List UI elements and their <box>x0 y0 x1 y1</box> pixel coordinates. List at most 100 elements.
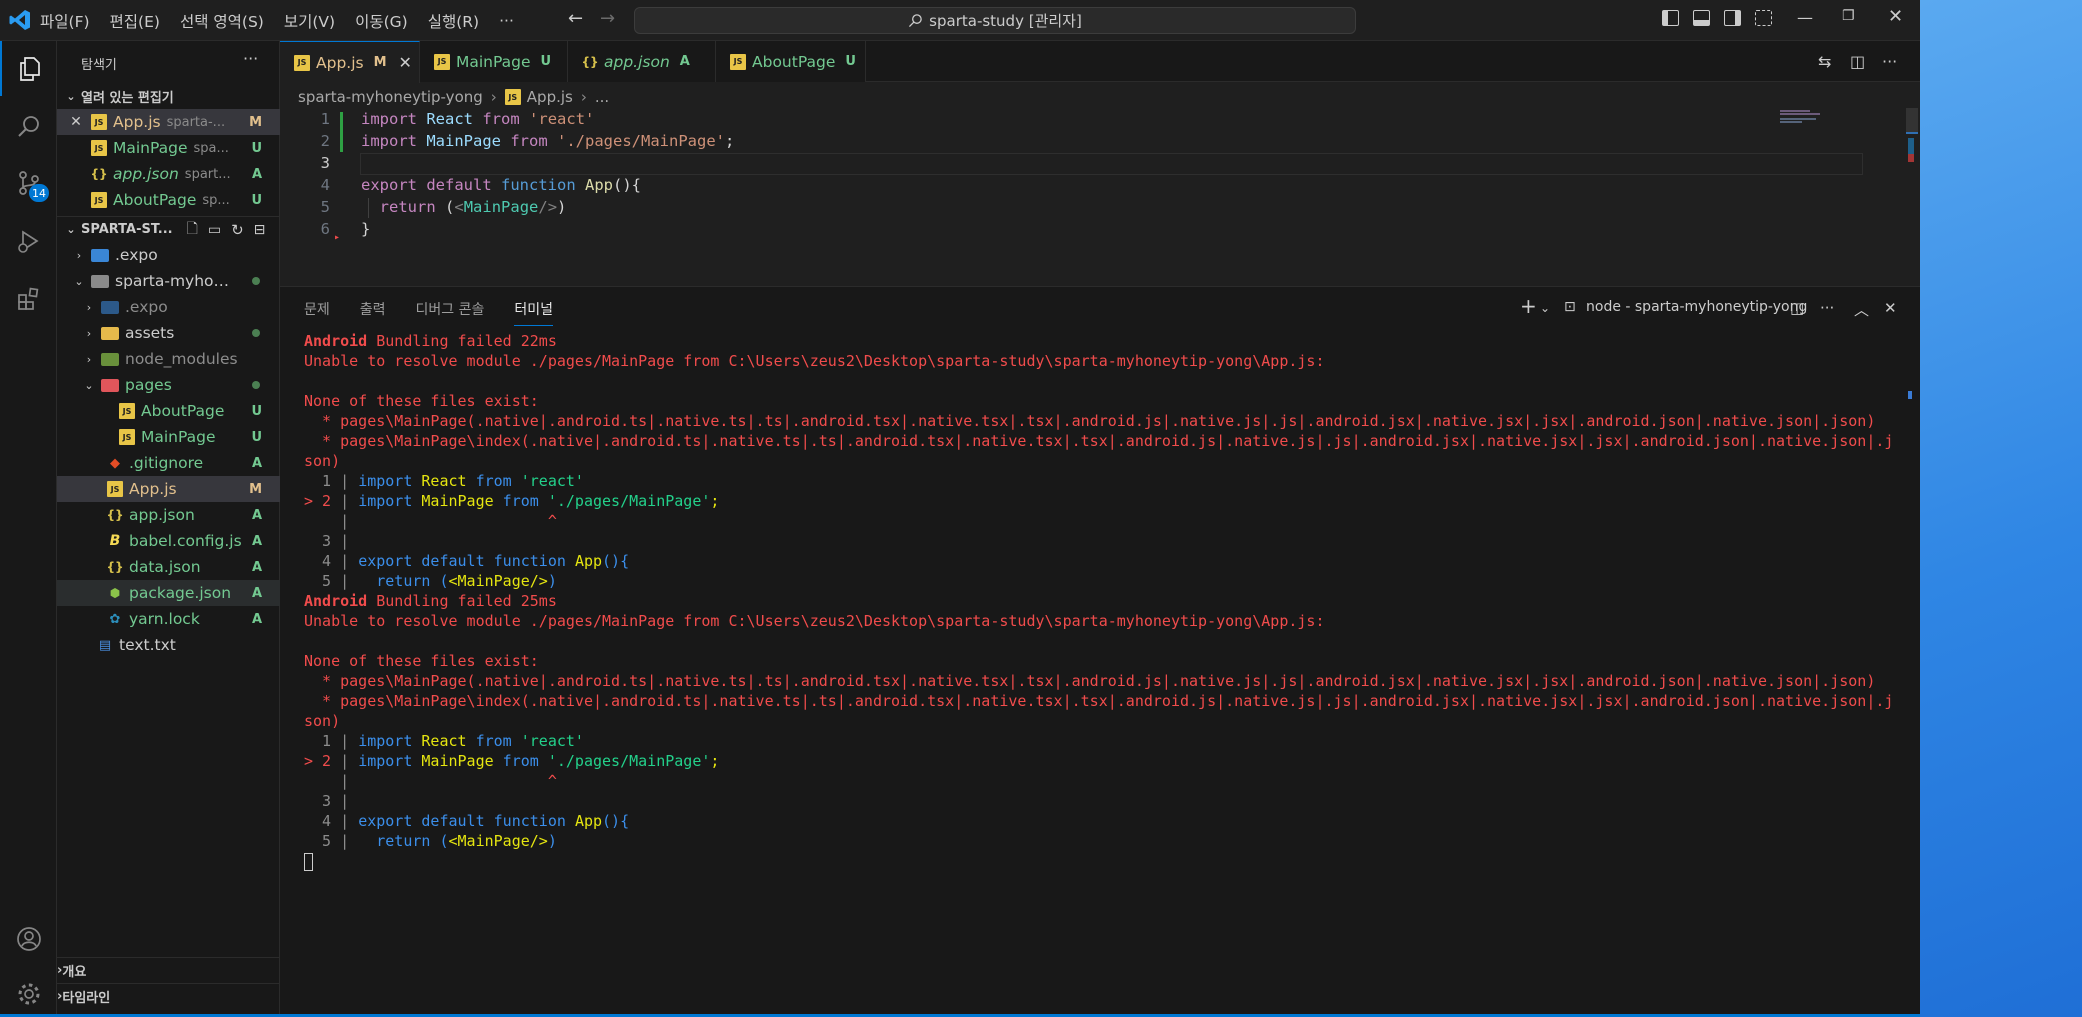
tab-terminal[interactable]: 터미널 <box>514 299 554 326</box>
tree-item-node-modules[interactable]: › node_modules <box>57 346 280 372</box>
token: default <box>426 176 492 194</box>
close-tab-icon[interactable]: ✕ <box>399 53 412 72</box>
search-activity[interactable] <box>0 99 57 154</box>
menu-view[interactable]: 보기(V) <box>284 10 335 32</box>
toggle-panel-icon[interactable] <box>1693 10 1710 26</box>
tree-item-project-folder[interactable]: ⌄ sparta-myhon... <box>57 268 280 294</box>
tree-item-package-json[interactable]: ⬢ package.json A <box>57 580 280 606</box>
customize-layout-icon[interactable] <box>1755 10 1772 26</box>
timeline-header[interactable]: › 타임라인 <box>57 983 280 1009</box>
code-editor[interactable]: 1 2 3 4 5 6 ▸ import React from 'react' … <box>280 108 1920 284</box>
project-header[interactable]: ⌄ SPARTA-ST... 🗋 ▭ ↻ ⊟ <box>57 216 280 242</box>
tree-item-app-json[interactable]: {} app.json A <box>57 502 280 528</box>
editor-more-icon[interactable]: ··· <box>1882 52 1897 71</box>
token: React <box>426 110 474 128</box>
tree-item-babel-config[interactable]: B babel.config.js A <box>57 528 280 554</box>
chevron-down-icon: ⌄ <box>84 378 94 392</box>
tab-app-json[interactable]: {} app.json A <box>568 41 716 82</box>
restore-icon[interactable]: ❐ <box>1842 8 1855 24</box>
terminal-name[interactable]: node - sparta-myhoneytip-yong <box>1586 299 1807 315</box>
manage-activity[interactable] <box>0 966 57 1017</box>
minimap[interactable] <box>1780 110 1840 130</box>
js-file-icon: JS <box>91 192 107 208</box>
open-changes-icon[interactable]: ⇆ <box>1818 52 1831 71</box>
close-panel-icon[interactable]: ✕ <box>1884 299 1897 317</box>
new-file-icon[interactable]: 🗋 <box>187 218 198 242</box>
terminal-line: son) <box>304 452 341 470</box>
token: './pages/MainPage' <box>557 132 725 150</box>
terminal-text: | <box>340 492 359 510</box>
terminal-line: * pages\MainPage\index(.native|.android.… <box>304 432 1894 450</box>
token: from <box>482 110 520 128</box>
open-editor-mainpage[interactable]: JS MainPage spa... U <box>57 135 280 161</box>
tree-item-label: pages <box>125 376 172 394</box>
outline-header[interactable]: › 개요 <box>57 957 280 983</box>
run-debug-activity[interactable] <box>0 213 57 268</box>
breadcrumb-file[interactable]: App.js <box>527 88 573 106</box>
accounts-activity[interactable] <box>0 911 57 966</box>
tree-item-assets[interactable]: › assets <box>57 320 280 346</box>
tree-item-gitignore[interactable]: ◆ .gitignore A <box>57 450 280 476</box>
tab-aboutpage[interactable]: JS AboutPage U <box>716 41 866 82</box>
extensions-activity[interactable] <box>0 271 57 326</box>
breadcrumb-folder[interactable]: sparta-myhoneytip-yong <box>298 88 483 106</box>
split-terminal-icon[interactable]: ◫ <box>1790 299 1804 317</box>
tab-output[interactable]: 출력 <box>360 299 386 326</box>
terminal-line: 5 | return (<MainPage/>) <box>304 831 1904 851</box>
new-folder-icon[interactable]: ▭ <box>208 222 221 238</box>
minimize-icon[interactable]: — <box>1797 8 1813 27</box>
menu-go[interactable]: 이동(G) <box>355 10 408 32</box>
tab-app-js[interactable]: JS App.js M ✕ <box>280 41 420 83</box>
terminal-more-icon[interactable]: ··· <box>1820 299 1834 317</box>
back-arrow-icon[interactable]: ← <box>568 8 583 29</box>
toggle-primary-sidebar-icon[interactable] <box>1662 10 1679 26</box>
close-editor-icon[interactable]: ✕ <box>61 114 91 130</box>
terminal-line: Unable to resolve module ./pages/MainPag… <box>304 352 1325 370</box>
tab-mainpage[interactable]: JS MainPage U <box>420 41 568 82</box>
forward-arrow-icon[interactable]: → <box>600 8 615 29</box>
tree-item-mainpage[interactable]: JS MainPage U <box>57 424 280 450</box>
menu-selection[interactable]: 선택 영역(S) <box>180 10 264 32</box>
terminal-text: | <box>340 572 359 590</box>
close-window-icon[interactable]: ✕ <box>1888 6 1903 27</box>
tree-item-app-js[interactable]: JS App.js M <box>57 476 280 502</box>
refresh-icon[interactable]: ↻ <box>231 221 244 239</box>
tab-problems[interactable]: 문제 <box>304 299 330 326</box>
tab-debug-console[interactable]: 디버그 콘솔 <box>416 299 485 326</box>
tree-item-data-json[interactable]: {} data.json A <box>57 554 280 580</box>
open-editor-app-json[interactable]: {} app.json spart... A <box>57 161 280 187</box>
toggle-secondary-sidebar-icon[interactable] <box>1724 10 1741 26</box>
menu-file[interactable]: 파일(F) <box>40 10 90 32</box>
menu-more[interactable]: ··· <box>499 12 514 30</box>
breadcrumb: sparta-myhoneytip-yong › JS App.js › ... <box>298 85 609 109</box>
split-editor-icon[interactable]: ◫ <box>1850 52 1865 71</box>
open-editor-aboutpage[interactable]: JS AboutPage sp... U <box>57 187 280 213</box>
new-terminal-icon[interactable]: + <box>1520 294 1537 318</box>
terminal-dropdown-icon[interactable]: ⌄ <box>1540 301 1550 315</box>
tree-item-label: App.js <box>129 480 177 498</box>
explorer-activity[interactable] <box>0 41 57 96</box>
editor-scrollbar[interactable] <box>1906 108 1918 278</box>
source-control-activity[interactable]: 14 <box>0 155 57 210</box>
tree-item-expo-root[interactable]: › .expo <box>57 242 280 268</box>
command-center-search[interactable]: sparta-study [관리자] <box>634 7 1356 34</box>
menu-edit[interactable]: 편집(E) <box>110 10 160 32</box>
extensions-icon <box>17 287 38 310</box>
tree-item-pages[interactable]: ⌄ pages <box>57 372 280 398</box>
status-badge: A <box>251 455 262 471</box>
terminal-output[interactable]: Android Bundling failed 22ms Unable to r… <box>304 331 1904 871</box>
explorer-more-icon[interactable]: ··· <box>243 49 258 68</box>
maximize-panel-icon[interactable]: ︿ <box>1854 299 1869 320</box>
terminal-line: Unable to resolve module ./pages/MainPag… <box>304 612 1325 630</box>
breadcrumb-more[interactable]: ... <box>595 88 609 106</box>
open-editors-header[interactable]: ⌄ 열려 있는 편집기 <box>57 83 280 109</box>
tree-item-expo[interactable]: › .expo <box>57 294 280 320</box>
tree-item-yarn-lock[interactable]: ✿ yarn.lock A <box>57 606 280 632</box>
js-file-icon: JS <box>119 429 135 445</box>
tree-item-text-txt[interactable]: ▤ text.txt <box>57 632 280 658</box>
collapse-all-icon[interactable]: ⊟ <box>254 222 266 238</box>
json-file-icon: {} <box>581 54 599 69</box>
open-editor-app-js[interactable]: ✕ JS App.js sparta-... M <box>57 109 280 135</box>
tree-item-aboutpage[interactable]: JS AboutPage U <box>57 398 280 424</box>
menu-run[interactable]: 실행(R) <box>428 10 479 32</box>
